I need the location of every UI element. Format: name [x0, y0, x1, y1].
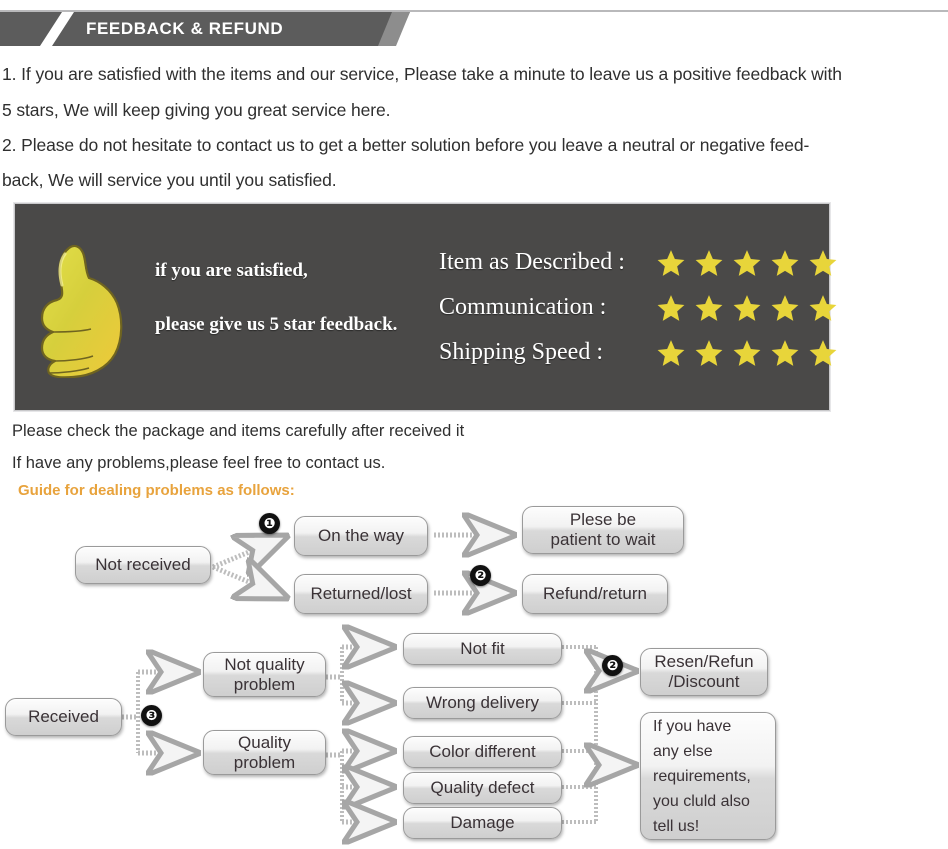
star-icon — [695, 339, 723, 366]
flow-box-wrong-delivery[interactable]: Wrong delivery — [403, 687, 562, 719]
star-icon — [771, 339, 799, 366]
star-icon — [657, 249, 685, 276]
flow-box-damage[interactable]: Damage — [403, 807, 562, 839]
feedback-slogan: if you are satisfied, please give us 5 s… — [155, 244, 397, 352]
feedback-refund-banner: FEEDBACK & REFUND — [0, 12, 420, 46]
star-icon — [809, 249, 837, 276]
star-icon — [695, 249, 723, 276]
flow-box-label: Not received — [95, 555, 191, 574]
rating-row-communication: Communication : — [439, 285, 837, 330]
star-icon — [809, 294, 837, 321]
feedback-banner-image: if you are satisfied, please give us 5 s… — [14, 203, 837, 411]
flow-box-label: Wrong delivery — [425, 693, 540, 712]
feedback-slogan-line-2: please give us 5 star feedback. — [155, 314, 398, 335]
flow-box-color-different[interactable]: Color different — [403, 736, 562, 768]
flow-box-label: Not quality problem — [224, 654, 305, 694]
star-icon — [695, 294, 723, 321]
star-icon — [733, 339, 761, 366]
rating-row-shipping-speed: Shipping Speed : — [439, 330, 837, 375]
star-icon — [771, 249, 799, 276]
flow-box-received[interactable]: Received — [5, 698, 122, 736]
feedback-slogan-line-1: if you are satisfied, — [155, 260, 308, 281]
flow-box-refund-return[interactable]: Refund/return — [522, 574, 668, 614]
policy-paragraph-line-2: 5 stars, We will keep giving you great s… — [2, 100, 391, 120]
star-rating-shipping-speed — [657, 339, 837, 367]
rating-label: Item as Described : — [439, 249, 625, 275]
rating-list: Item as Described : Communication : Ship… — [439, 240, 837, 375]
step-marker-3: ❸ — [141, 705, 162, 726]
step-marker-1: ❶ — [259, 513, 280, 534]
star-rating-communication — [657, 294, 837, 322]
flow-box-returned-lost[interactable]: Returned/lost — [294, 574, 428, 614]
rating-label: Communication : — [439, 294, 607, 320]
rating-label: Shipping Speed : — [439, 339, 604, 365]
flow-box-on-the-way[interactable]: On the way — [294, 516, 428, 556]
flow-box-label: Received — [28, 707, 99, 726]
check-package-note: Please check the package and items caref… — [12, 422, 465, 440]
flow-box-label: Quality defect — [430, 778, 535, 797]
flow-box-label: Refund/return — [543, 584, 647, 603]
star-icon — [657, 294, 685, 321]
thumbs-up-icon — [40, 244, 123, 378]
flow-box-not-received[interactable]: Not received — [75, 546, 211, 584]
flow-box-label: Color different — [429, 742, 536, 761]
flow-box-label: On the way — [318, 526, 404, 545]
flow-box-label: Damage — [450, 813, 515, 832]
star-rating-item-as-described — [657, 249, 837, 277]
flow-box-label: Resen/Refun /Discount — [654, 652, 754, 691]
rating-row-item-as-described: Item as Described : — [439, 240, 837, 285]
star-icon — [657, 339, 685, 366]
policy-paragraph-line-4: back, We will service you until you sati… — [2, 170, 337, 190]
star-icon — [771, 294, 799, 321]
star-icon — [733, 294, 761, 321]
flow-box-quality-defect[interactable]: Quality defect — [403, 772, 562, 804]
flow-box-label: If you have any else requirements, you c… — [653, 717, 751, 835]
step-marker-2-flow1: ❷ — [470, 565, 491, 586]
contact-us-note: If have any problems,please feel free to… — [12, 454, 386, 472]
flow-box-label: Plese be patient to wait — [550, 510, 656, 549]
star-icon — [733, 249, 761, 276]
step-marker-2-flow2: ❷ — [602, 655, 623, 676]
flow-box-label: Returned/lost — [310, 584, 412, 603]
banner-title: FEEDBACK & REFUND — [86, 19, 284, 38]
flow-box-not-fit[interactable]: Not fit — [403, 633, 562, 665]
flow-box-not-quality-problem[interactable]: Not quality problem — [203, 652, 326, 697]
flow-box-resend-refund-discount[interactable]: Resen/Refun /Discount — [640, 648, 768, 696]
flow-box-other-requirements[interactable]: If you have any else requirements, you c… — [640, 712, 776, 840]
flow-box-quality-problem[interactable]: Quality problem — [203, 730, 326, 775]
flow-box-label: Not fit — [460, 639, 505, 658]
star-icon — [809, 339, 837, 366]
policy-paragraph-line-1: 1. If you are satisfied with the items a… — [2, 64, 842, 84]
policy-paragraph-line-3: 2. Please do not hesitate to contact us … — [2, 135, 810, 155]
flow-box-label: Quality problem — [233, 732, 296, 772]
flow-box-please-be-patient[interactable]: Plese be patient to wait — [522, 506, 684, 554]
